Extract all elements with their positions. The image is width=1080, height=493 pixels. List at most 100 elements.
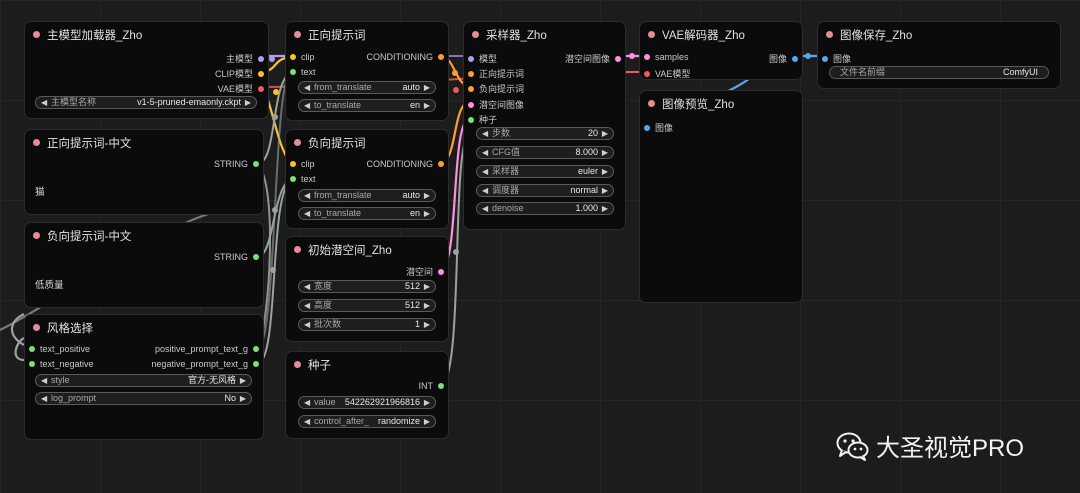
input-clip[interactable]: clip (290, 52, 315, 62)
node-negative-text-cn[interactable]: 负向提示词-中文 STRING 低质量 (25, 223, 263, 307)
node-image-preview[interactable]: 图像预览_Zho 图像 (640, 91, 802, 302)
left-arrow-icon[interactable]: ◀ (482, 166, 488, 177)
to-translate-combo[interactable]: ◀ to_translate en ▶ (298, 207, 436, 220)
left-arrow-icon[interactable]: ◀ (304, 100, 310, 111)
node-title: VAE解码器_Zho (662, 30, 745, 42)
left-arrow-icon[interactable]: ◀ (304, 397, 310, 408)
left-arrow-icon[interactable]: ◀ (482, 147, 488, 158)
node-vae-decode[interactable]: VAE解码器_Zho samples VAE模型 图像 (640, 22, 802, 79)
output-string[interactable]: STRING (214, 159, 259, 169)
right-arrow-icon[interactable]: ▶ (424, 82, 430, 93)
output-string[interactable]: STRING (214, 252, 259, 262)
output-latent[interactable]: 潜空间图像 (565, 52, 621, 65)
right-arrow-icon[interactable]: ▶ (424, 397, 430, 408)
right-arrow-icon[interactable]: ▶ (602, 128, 608, 139)
output-positive-prompt[interactable]: positive_prompt_text_g (155, 344, 259, 354)
node-seed[interactable]: 种子 INT ◀ value 542262921966816 ▶ ◀ contr… (286, 352, 448, 438)
sampler-combo[interactable]: ◀ 采样器 euler ▶ (476, 165, 614, 178)
output-conditioning[interactable]: CONDITIONING (367, 159, 444, 169)
output-model[interactable]: 主模型 (226, 52, 264, 65)
node-model-loader[interactable]: 主模型加载器_Zho 主模型 CLIP模型 VAE模型 ◀ 主模型名称 v1-5… (25, 22, 268, 118)
node-empty-latent[interactable]: 初始潜空间_Zho 潜空间 ◀ 宽度 512 ▶ ◀ 高度 512 ▶ ◀ 批次… (286, 237, 448, 341)
prompt-text-area[interactable]: 低质量 (35, 277, 64, 291)
node-sampler[interactable]: 采样器_Zho 模型 正向提示词 负向提示词 潜空间图像 种子 潜空间图像 ◀ … (464, 22, 625, 229)
width-number[interactable]: ◀ 宽度 512 ▶ (298, 280, 436, 293)
left-arrow-icon[interactable]: ◀ (304, 319, 310, 330)
output-vae[interactable]: VAE模型 (218, 82, 264, 95)
right-arrow-icon[interactable]: ▶ (240, 375, 246, 386)
right-arrow-icon[interactable]: ▶ (602, 166, 608, 177)
left-arrow-icon[interactable]: ◀ (304, 300, 310, 311)
from-translate-combo[interactable]: ◀ from_translate auto ▶ (298, 189, 436, 202)
left-arrow-icon[interactable]: ◀ (304, 416, 310, 427)
input-negative[interactable]: 负向提示词 (468, 82, 524, 95)
from-translate-combo[interactable]: ◀ from_translate auto ▶ (298, 81, 436, 94)
left-arrow-icon[interactable]: ◀ (41, 97, 47, 108)
node-title: 负向提示词 (308, 138, 366, 150)
left-arrow-icon[interactable]: ◀ (304, 281, 310, 292)
output-image[interactable]: 图像 (769, 52, 798, 65)
right-arrow-icon[interactable]: ▶ (424, 100, 430, 111)
height-number[interactable]: ◀ 高度 512 ▶ (298, 299, 436, 312)
control-after-generate-combo[interactable]: ◀ control_after_ randomize ▶ (298, 415, 436, 428)
input-text-positive[interactable]: text_positive (29, 344, 90, 354)
left-arrow-icon[interactable]: ◀ (304, 82, 310, 93)
right-arrow-icon[interactable]: ▶ (245, 97, 251, 108)
filename-prefix-field[interactable]: 文件名前缀 ComfyUI (829, 66, 1049, 79)
left-arrow-icon[interactable]: ◀ (41, 375, 47, 386)
node-image-save[interactable]: 图像保存_Zho 图像 文件名前缀 ComfyUI (818, 22, 1060, 88)
right-arrow-icon[interactable]: ▶ (424, 416, 430, 427)
wechat-icon (836, 432, 869, 461)
left-arrow-icon[interactable]: ◀ (482, 203, 488, 214)
output-negative-prompt[interactable]: negative_prompt_text_g (151, 359, 259, 369)
right-arrow-icon[interactable]: ▶ (240, 393, 246, 404)
right-arrow-icon[interactable]: ▶ (602, 203, 608, 214)
input-model[interactable]: 模型 (468, 52, 497, 65)
to-translate-combo[interactable]: ◀ to_translate en ▶ (298, 99, 436, 112)
input-clip[interactable]: clip (290, 159, 315, 169)
prompt-text-area[interactable]: 猫 (35, 184, 45, 198)
log-prompt-toggle[interactable]: ◀ log_prompt No ▶ (35, 392, 252, 405)
right-arrow-icon[interactable]: ▶ (602, 147, 608, 158)
input-latent[interactable]: 潜空间图像 (468, 98, 524, 111)
style-combo[interactable]: ◀ style 官方-无风格 ▶ (35, 374, 252, 387)
right-arrow-icon[interactable]: ▶ (424, 300, 430, 311)
node-style-selector[interactable]: 风格选择 text_positive text_negative positiv… (25, 315, 263, 439)
left-arrow-icon[interactable]: ◀ (482, 128, 488, 139)
steps-number[interactable]: ◀ 步数 20 ▶ (476, 127, 614, 140)
input-vae[interactable]: VAE模型 (644, 67, 690, 80)
output-int[interactable]: INT (419, 381, 444, 391)
right-arrow-icon[interactable]: ▶ (424, 190, 430, 201)
left-arrow-icon[interactable]: ◀ (304, 190, 310, 201)
output-clip[interactable]: CLIP模型 (215, 67, 264, 80)
left-arrow-icon[interactable]: ◀ (304, 208, 310, 219)
input-image[interactable]: 图像 (644, 121, 673, 134)
node-negative-prompt[interactable]: 负向提示词 clip text CONDITIONING ◀ from_tran… (286, 130, 448, 228)
right-arrow-icon[interactable]: ▶ (424, 208, 430, 219)
input-seed[interactable]: 种子 (468, 113, 497, 126)
output-latent[interactable]: 潜空间 (406, 265, 444, 278)
node-positive-text-cn[interactable]: 正向提示词-中文 STRING 猫 (25, 130, 263, 214)
batch-number[interactable]: ◀ 批次数 1 ▶ (298, 318, 436, 331)
denoise-number[interactable]: ◀ denoise 1.000 ▶ (476, 202, 614, 215)
left-arrow-icon[interactable]: ◀ (41, 393, 47, 404)
input-positive[interactable]: 正向提示词 (468, 67, 524, 80)
input-text-negative[interactable]: text_negative (29, 359, 94, 369)
right-arrow-icon[interactable]: ▶ (602, 185, 608, 196)
model-name-combo[interactable]: ◀ 主模型名称 v1-5-pruned-emaonly.ckpt ▶ (35, 96, 257, 109)
output-conditioning[interactable]: CONDITIONING (367, 52, 444, 62)
scheduler-combo[interactable]: ◀ 调度器 normal ▶ (476, 184, 614, 197)
watermark: 大圣视觉PRO (836, 428, 1024, 463)
node-positive-prompt[interactable]: 正向提示词 clip text CONDITIONING ◀ from_tran… (286, 22, 448, 120)
left-arrow-icon[interactable]: ◀ (482, 185, 488, 196)
seed-value-number[interactable]: ◀ value 542262921966816 ▶ (298, 396, 436, 409)
input-text[interactable]: text (290, 67, 316, 77)
input-samples[interactable]: samples (644, 52, 689, 62)
input-text[interactable]: text (290, 174, 316, 184)
input-image[interactable]: 图像 (822, 52, 851, 65)
node-status-dot (826, 31, 833, 38)
right-arrow-icon[interactable]: ▶ (424, 281, 430, 292)
cfg-number[interactable]: ◀ CFG值 8.000 ▶ (476, 146, 614, 159)
right-arrow-icon[interactable]: ▶ (424, 319, 430, 330)
node-title: 初始潜空间_Zho (308, 245, 392, 257)
